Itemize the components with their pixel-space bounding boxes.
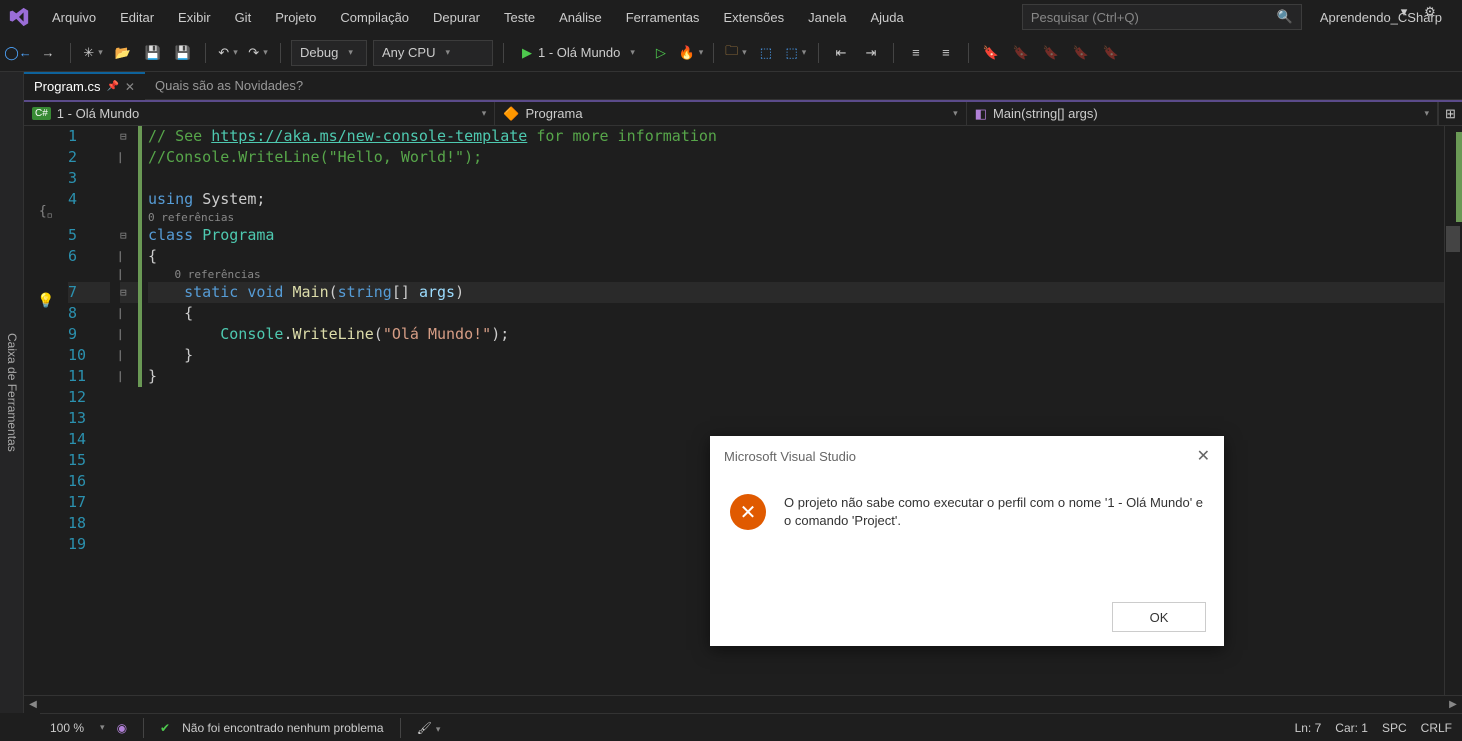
bookmark-clear-button[interactable]: 🔖 [1099,41,1123,65]
pin-icon[interactable]: 📌 [106,81,118,92]
menu-arquivo[interactable]: Arquivo [42,6,106,29]
search-input[interactable]: Pesquisar (Ctrl+Q) 🔍 [1022,4,1302,30]
nav-method-dropdown[interactable]: ◧ Main(string[] args)▾ [967,102,1438,125]
csharp-project-icon: C# [32,107,51,120]
scroll-left-icon[interactable]: ◀ [24,699,42,710]
status-bar: 100 % ▾ ◉ ✔ Não foi encontrado nenhum pr… [40,713,1462,741]
close-tab-icon[interactable]: ✕ [125,80,135,94]
search-placeholder: Pesquisar (Ctrl+Q) [1031,10,1139,25]
menu-editar[interactable]: Editar [110,6,164,29]
scroll-right-icon[interactable]: ▶ [1444,699,1462,710]
bookmark-folder-button[interactable]: 🔖 [1069,41,1093,65]
new-item-button[interactable]: ✳▾ [81,41,105,65]
check-icon: ✔ [160,721,170,735]
zoom-level[interactable]: 100 % [50,721,84,735]
toolbox-panel-tab[interactable]: Caixa de Ferramentas [0,72,24,713]
nav-class-dropdown[interactable]: 🔶 Programa▾ [495,102,966,125]
menu-bar: Arquivo Editar Exibir Git Projeto Compil… [0,0,1462,34]
save-all-button[interactable]: 💾 [171,41,195,65]
platform-dropdown[interactable]: Any CPU▾ [373,40,493,66]
indent-more-button[interactable]: ⇥ [859,41,883,65]
lightbulb-icon[interactable]: 💡 [24,291,68,312]
breakpoint-margin[interactable]: {▫ 💡 [24,126,68,695]
menu-depurar[interactable]: Depurar [423,6,490,29]
line-indicator[interactable]: Ln: 7 [1295,721,1322,735]
layout-button-2[interactable]: ⬚▾ [784,41,808,65]
hot-reload-button[interactable]: 🔥▾ [679,41,703,65]
dialog-title: Microsoft Visual Studio [724,449,856,464]
tab-whatsnew[interactable]: Quais são as Novidades? [145,72,313,100]
nav-project-dropdown[interactable]: C# 1 - Olá Mundo▾ [24,102,495,125]
menu-ferramentas[interactable]: Ferramentas [616,6,710,29]
issues-status[interactable]: Não foi encontrado nenhum problema [182,721,383,735]
layout-button-1[interactable]: ⬚ [754,41,778,65]
comment-button[interactable]: ≡ [904,41,928,65]
menu-extensoes[interactable]: Extensões [713,6,794,29]
line-numbers: 1 2 3 4 5 6 7 8 9 10 11 12 13 14 15 16 1… [68,126,120,695]
error-dialog: Microsoft Visual Studio ✕ ✕ O projeto nã… [710,436,1224,646]
bookmark-button[interactable]: 🔖 [979,41,1003,65]
brush-icon[interactable]: 🖌▾ [417,721,441,735]
uncomment-button[interactable]: ≡ [934,41,958,65]
menu-ajuda[interactable]: Ajuda [860,6,913,29]
vertical-scrollbar[interactable] [1444,126,1462,695]
settings-gear-icon[interactable]: ⚙ [1418,0,1442,24]
bookmark-prev-button[interactable]: 🔖 [1009,41,1033,65]
intellicode-icon[interactable]: ◉ [117,721,127,735]
redo-button[interactable]: ↷▾ [246,41,270,65]
start-debug-button[interactable]: ▶ 1 - Olá Mundo▾ [514,40,643,66]
browse-button[interactable]: 🗀▾ [724,41,748,65]
col-indicator[interactable]: Car: 1 [1335,721,1368,735]
eol-indicator[interactable]: CRLF [1421,721,1452,735]
indent-indicator[interactable]: SPC [1382,721,1407,735]
start-nodebug-button[interactable]: ▷ [649,41,673,65]
undo-button[interactable]: ↶▾ [216,41,240,65]
menu-exibir[interactable]: Exibir [168,6,221,29]
nav-forward-button[interactable]: → [36,41,60,65]
open-file-button[interactable]: 📂 [111,41,135,65]
horizontal-scrollbar[interactable]: ◀ ▶ [24,695,1462,713]
class-icon: 🔶 [503,106,519,122]
code-navbar: C# 1 - Olá Mundo▾ 🔶 Programa▾ ◧ Main(str… [24,100,1462,126]
play-icon: ▶ [522,45,532,61]
bookmark-next-button[interactable]: 🔖 [1039,41,1063,65]
menu-git[interactable]: Git [225,6,262,29]
menu-janela[interactable]: Janela [798,6,856,29]
method-icon: ◧ [975,106,987,122]
fold-gutter[interactable]: ⊟ ⎸ ⊟ ⎸ ⎸ ⊟ ⎸ ⎸ ⎸ ⎸ [120,126,138,695]
indent-less-button[interactable]: ⇤ [829,41,853,65]
search-icon: 🔍 [1277,9,1293,25]
menu-compilacao[interactable]: Compilação [330,6,419,29]
tab-program-cs[interactable]: Program.cs 📌 ✕ [24,72,145,100]
vs-logo-icon [6,4,32,30]
menu-teste[interactable]: Teste [494,6,545,29]
error-icon: ✕ [730,494,766,530]
dialog-ok-button[interactable]: OK [1112,602,1206,632]
dialog-message: O projeto não sabe como executar o perfi… [784,494,1204,530]
save-button[interactable]: 💾 [141,41,165,65]
dialog-close-button[interactable]: ✕ [1197,446,1210,466]
config-dropdown[interactable]: Debug▾ [291,40,367,66]
nav-back-button[interactable]: ◯← [6,41,30,65]
tab-overflow-button[interactable]: ▾ [1392,0,1416,24]
menu-projeto[interactable]: Projeto [265,6,326,29]
toolbar: ◯← → ✳▾ 📂 💾 💾 ↶▾ ↷▾ Debug▾ Any CPU▾ ▶ 1 … [0,34,1462,72]
document-tabs: Program.cs 📌 ✕ Quais são as Novidades? [24,72,1462,100]
split-editor-button[interactable]: ⊞ [1438,102,1462,126]
menu-analise[interactable]: Análise [549,6,612,29]
